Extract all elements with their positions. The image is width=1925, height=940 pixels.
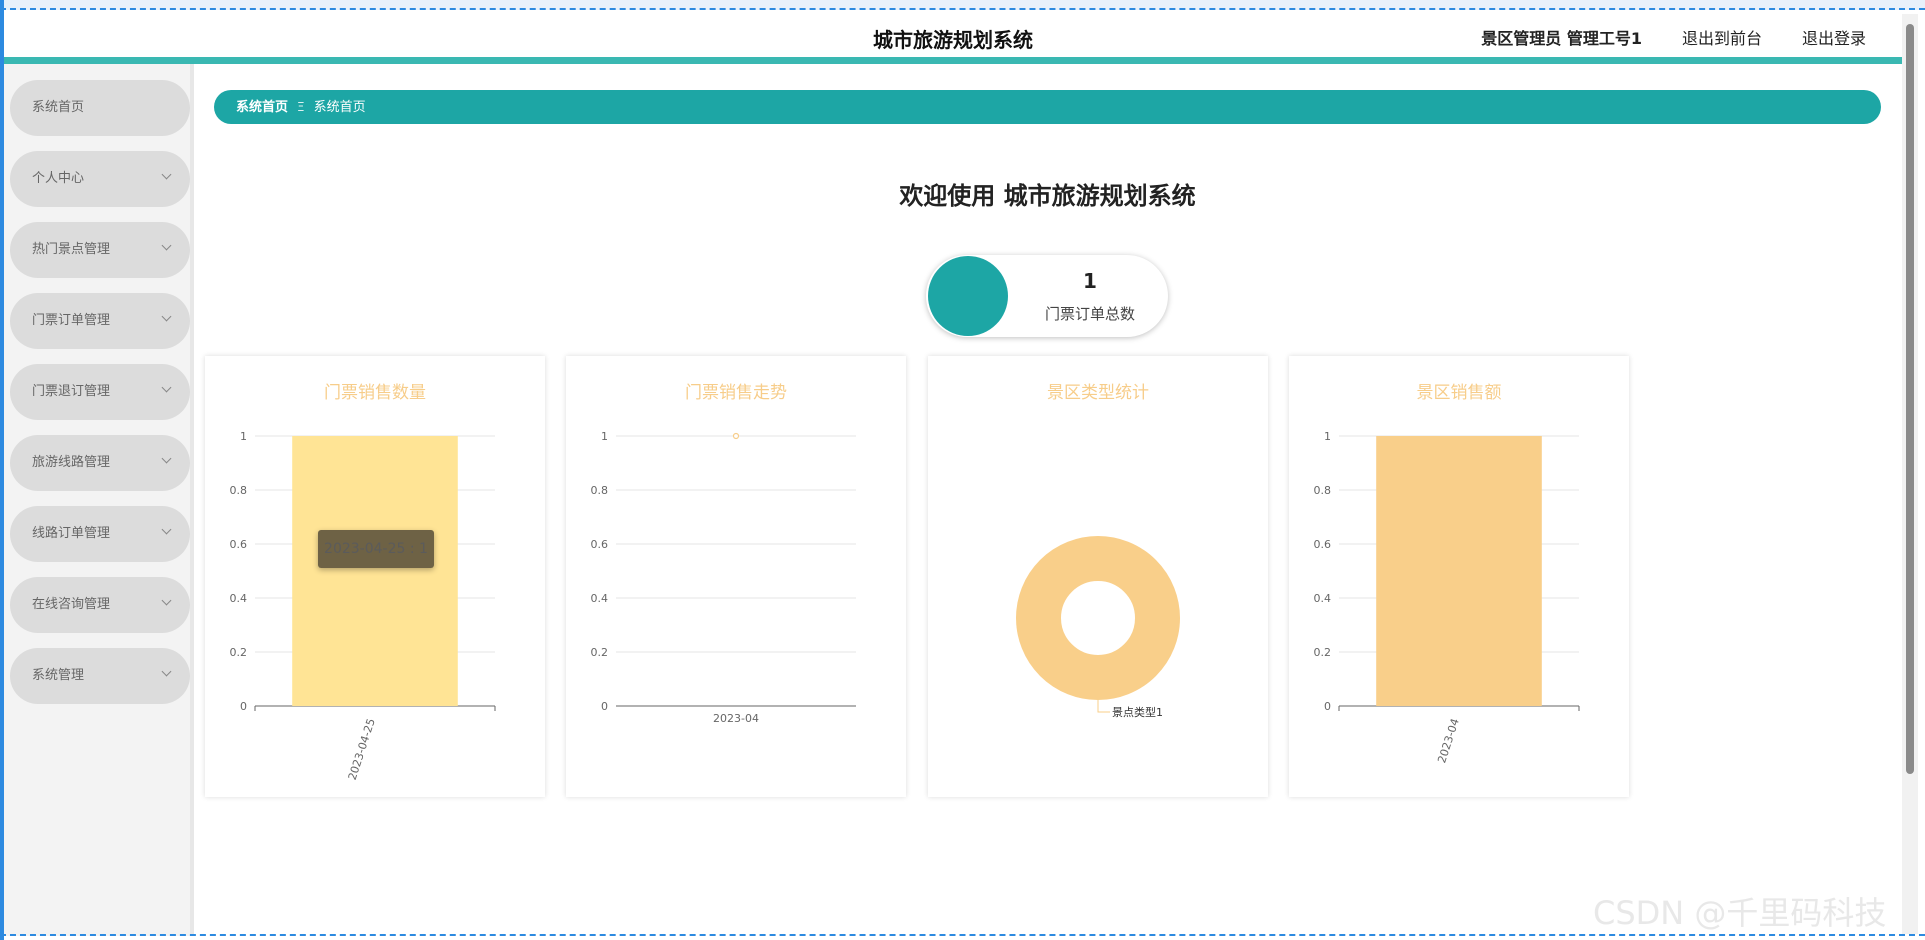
sidebar-item-hot-spots[interactable]: 热门景点管理 <box>10 222 190 278</box>
sidebar-item-label: 在线咨询管理 <box>32 597 111 612</box>
chart-spot-types: 景点类型1 <box>1016 536 1180 719</box>
y-tick-label: 0.4 <box>591 592 609 605</box>
sidebar-item-ticket-orders[interactable]: 门票订单管理 <box>10 293 190 349</box>
top-header: 城市旅游规划系统 景区管理员 管理工号1 退出到前台 退出登录 <box>4 10 1902 58</box>
y-tick-label: 0.2 <box>591 646 609 659</box>
chart-tooltip: 2023-04-25 : 1 <box>318 530 434 568</box>
sidebar-item-label: 热门景点管理 <box>32 242 111 257</box>
chevron-down-icon <box>161 595 172 606</box>
chevron-down-icon <box>161 311 172 322</box>
breadcrumb-home[interactable]: 系统首页 <box>236 100 288 115</box>
watermark: CSDN @千里码科技 <box>1593 894 1887 932</box>
welcome-heading: 欢迎使用 城市旅游规划系统 <box>899 182 1196 210</box>
sidebar-item-online-consult[interactable]: 在线咨询管理 <box>10 577 190 633</box>
bar <box>292 436 458 706</box>
sidebar-item-label: 系统首页 <box>32 100 85 115</box>
stat-label: 门票订单总数 <box>1044 305 1135 323</box>
header-divider <box>4 57 1902 64</box>
sidebar-item-personal-center[interactable]: 个人中心 <box>10 151 190 207</box>
window-top-frame <box>0 0 1925 10</box>
y-tick-label: 0 <box>240 700 247 713</box>
stat-circle-icon <box>928 256 1008 336</box>
y-tick-label: 0.4 <box>1314 592 1332 605</box>
pie-slice <box>1016 536 1180 700</box>
chevron-down-icon <box>161 453 172 464</box>
y-tick-label: 0.4 <box>230 592 248 605</box>
scrollbar-thumb[interactable] <box>1906 24 1914 774</box>
chevron-down-icon <box>161 666 172 677</box>
y-tick-label: 1 <box>240 430 247 443</box>
y-tick-label: 0.8 <box>230 484 248 497</box>
y-tick-label: 0 <box>1324 700 1331 713</box>
chart-card-spot-types: 景区类型统计 景点类型1 <box>928 356 1268 797</box>
sidebar-item-label: 线路订单管理 <box>32 526 111 541</box>
back-to-front-link[interactable]: 退出到前台 <box>1682 25 1762 49</box>
y-tick-label: 1 <box>1324 430 1331 443</box>
x-tick-label: 2023-04 <box>1435 717 1462 765</box>
y-tick-label: 0.2 <box>1314 646 1332 659</box>
chevron-down-icon <box>161 382 172 393</box>
current-user-label: 景区管理员 管理工号1 <box>1481 29 1642 48</box>
sidebar-item-label: 个人中心 <box>32 171 85 186</box>
chart-card-spot-sales: 景区销售额 0 0.2 0.4 0.6 0.8 1 2023-04 <box>1289 356 1629 797</box>
x-tick-label: 2023-04-25 <box>346 717 378 782</box>
chart-ticket-quantity: 0 0.2 0.4 0.6 0.8 1 2023-04-25 <box>230 430 496 782</box>
y-tick-label: 0.2 <box>230 646 248 659</box>
sidebar-item-label: 门票订单管理 <box>32 313 111 328</box>
sidebar-item-label: 旅游线路管理 <box>32 455 111 470</box>
header-right-group: 景区管理员 管理工号1 退出到前台 退出登录 <box>1481 25 1866 49</box>
y-tick-label: 1 <box>601 430 608 443</box>
stat-value: 1 <box>1083 269 1097 293</box>
pie-leader-line <box>1097 700 1110 713</box>
y-tick-label: 0.6 <box>230 538 248 551</box>
y-tick-label: 0.6 <box>591 538 609 551</box>
y-tick-label: 0.8 <box>1314 484 1332 497</box>
breadcrumb-separator: Ξ <box>297 100 305 114</box>
chevron-down-icon <box>161 524 172 535</box>
chart-spot-sales: 0 0.2 0.4 0.6 0.8 1 2023-04 <box>1314 430 1580 765</box>
line-point <box>732 432 740 440</box>
sidebar-item-label: 门票退订管理 <box>32 384 111 399</box>
sidebar-item-home[interactable]: 系统首页 <box>10 80 190 136</box>
breadcrumb: 系统首页 Ξ 系统首页 <box>214 90 1881 124</box>
chevron-down-icon <box>161 169 172 180</box>
pie-label: 景点类型1 <box>1112 705 1163 719</box>
y-tick-label: 0.6 <box>1314 538 1332 551</box>
x-tick-label: 2023-04 <box>713 712 759 725</box>
stat-card-ticket-orders: 1 门票订单总数 <box>926 255 1168 337</box>
logout-link[interactable]: 退出登录 <box>1802 25 1866 49</box>
chart-card-ticket-trend: 门票销售走势 0 0.2 0.4 0.6 0.8 1 2023-04 <box>566 356 906 797</box>
y-tick-label: 0 <box>601 700 608 713</box>
sidebar-item-travel-routes[interactable]: 旅游线路管理 <box>10 435 190 491</box>
sidebar-item-system[interactable]: 系统管理 <box>10 648 190 704</box>
sidebar-item-label: 系统管理 <box>32 668 85 683</box>
page-scrollbar[interactable] <box>1902 14 1918 934</box>
y-tick-label: 0.8 <box>591 484 609 497</box>
sidebar: 系统首页 个人中心 热门景点管理 门票订单管理 门票退订管理 旅游线路管理 线路… <box>4 64 194 936</box>
chart-ticket-trend: 0 0.2 0.4 0.6 0.8 1 2023-04 <box>591 430 856 725</box>
sidebar-item-route-orders[interactable]: 线路订单管理 <box>10 506 190 562</box>
sidebar-item-ticket-refunds[interactable]: 门票退订管理 <box>10 364 190 420</box>
breadcrumb-current: 系统首页 <box>313 100 366 115</box>
window-bottom-frame <box>0 934 1925 940</box>
bar <box>1376 436 1542 706</box>
chevron-down-icon <box>161 240 172 251</box>
chart-card-ticket-quantity: 门票销售数量 0 0.2 0.4 0.6 0.8 1 2023-04-25 <box>205 356 545 797</box>
